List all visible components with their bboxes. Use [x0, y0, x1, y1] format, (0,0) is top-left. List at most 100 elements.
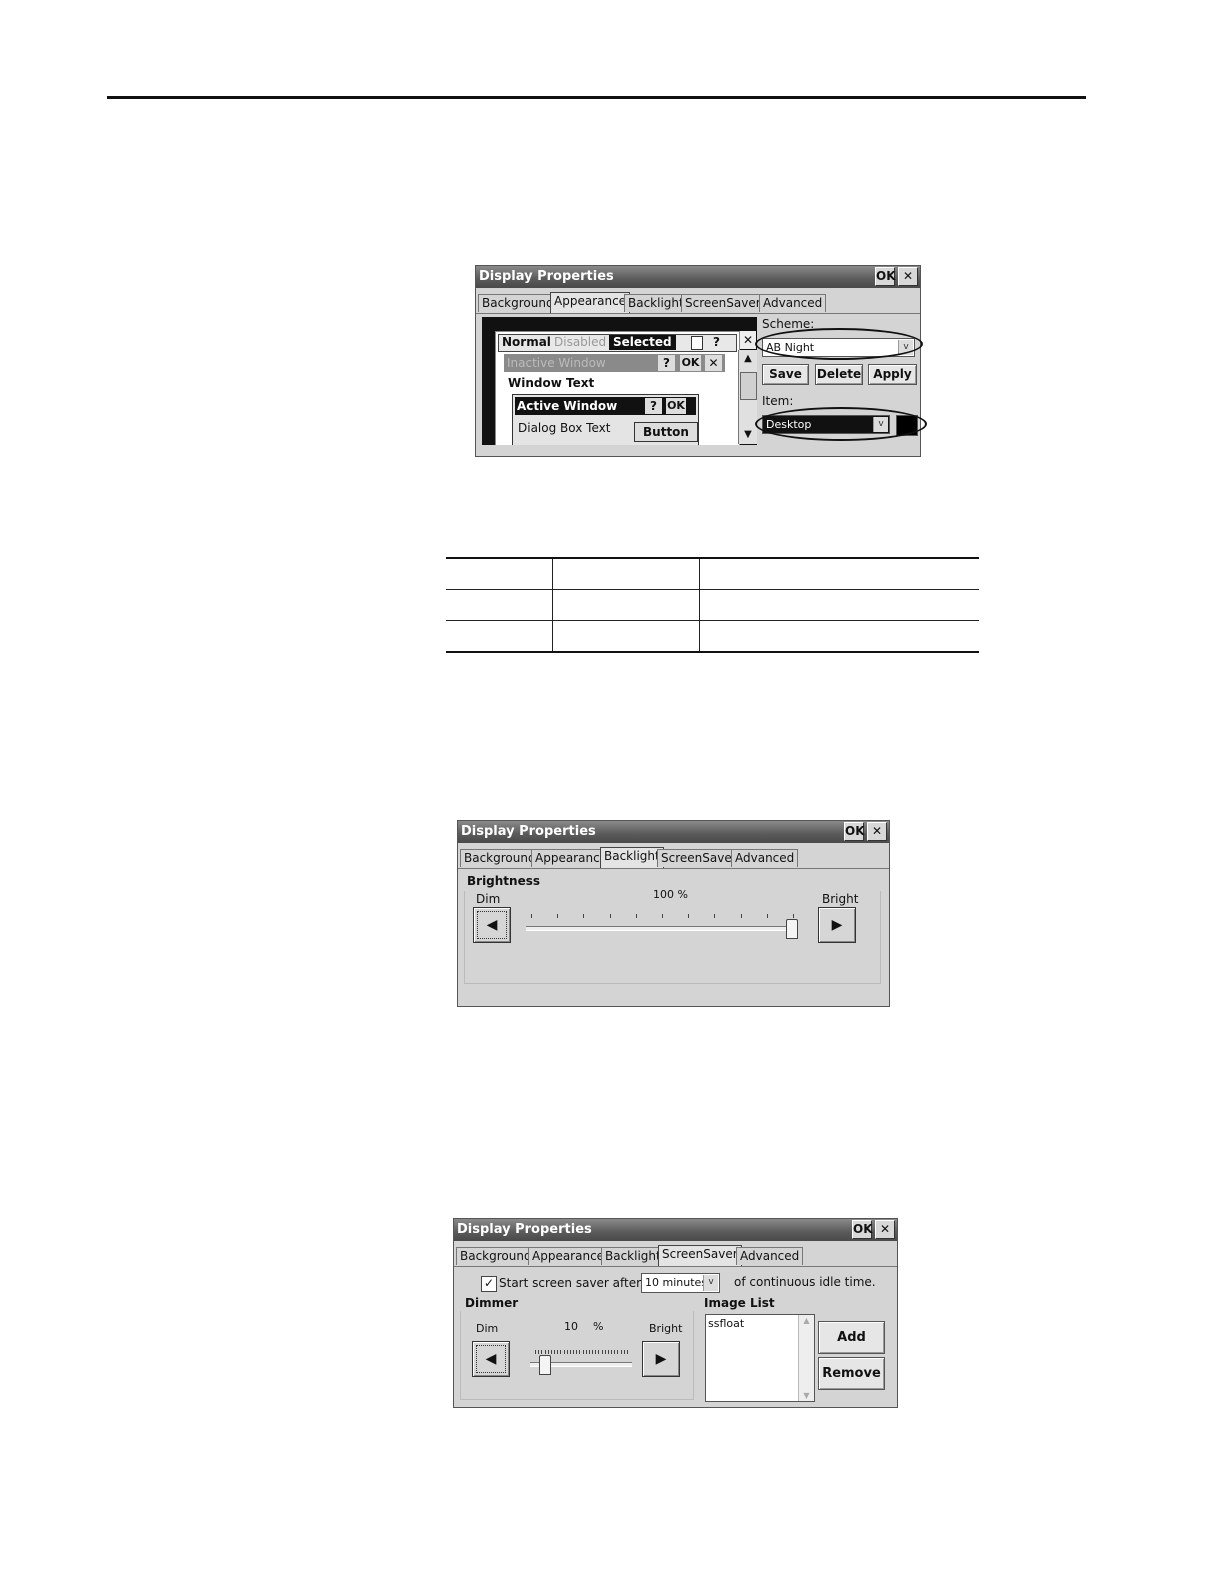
chevron-down-icon[interactable]: v	[873, 417, 888, 432]
scheme-select[interactable]: AB Night v	[762, 338, 915, 357]
idle-time-label: of continuous idle time.	[734, 1275, 876, 1289]
timeout-select[interactable]: 10 minutes v	[641, 1273, 720, 1293]
display-properties-appearance-dialog: Display Properties OK ✕ Background Appea…	[475, 265, 927, 457]
tab-appearance[interactable]: Appearance	[528, 1247, 609, 1265]
left-arrow-icon: ◀	[485, 1351, 497, 1367]
apply-button[interactable]: Apply	[868, 364, 917, 385]
ok-button[interactable]: OK	[875, 267, 896, 286]
slider-tick	[688, 914, 689, 918]
inactive-window-title: Inactive Window	[507, 356, 606, 370]
active-ok: OK	[666, 398, 686, 414]
table-cell	[446, 589, 553, 621]
preview-close: ✕	[740, 331, 756, 349]
preview-button: Button	[634, 422, 698, 442]
ok-button[interactable]: OK	[852, 1220, 873, 1239]
preview-window: Normal Disabled Selected ? Inactive Wind…	[495, 331, 740, 445]
slider-tick	[548, 1350, 549, 1354]
scroll-thumb[interactable]	[740, 372, 757, 400]
slider-tick	[531, 914, 532, 918]
tab-appearance[interactable]: Appearance	[550, 292, 631, 313]
chevron-down-icon[interactable]: v	[898, 340, 913, 355]
remove-button[interactable]: Remove	[818, 1357, 885, 1390]
dialog-title-bar: Display Properties	[476, 266, 920, 288]
slider-tick	[541, 1350, 542, 1354]
slider-tick	[611, 1350, 612, 1354]
scroll-down-icon[interactable]: ▼	[739, 426, 757, 444]
slider-tick	[583, 1350, 584, 1354]
start-screensaver-checkbox[interactable]: ✓	[481, 1276, 497, 1292]
scheme-preview: Normal Disabled Selected ? Inactive Wind…	[482, 317, 757, 445]
brightness-group-label: Brightness	[467, 874, 541, 888]
slider-tick	[605, 1350, 606, 1354]
tab-advanced[interactable]: Advanced	[736, 1247, 804, 1265]
dim-button[interactable]: ◀	[472, 1341, 510, 1377]
slider-tick	[538, 1350, 539, 1354]
tab-screensaver[interactable]: ScreenSaver	[657, 849, 741, 867]
slider-tick	[579, 1350, 580, 1354]
add-button[interactable]: Add	[818, 1321, 885, 1354]
slider-tick	[595, 1350, 596, 1354]
scroll-down-icon[interactable]: ▼	[799, 1391, 814, 1400]
scheme-value: AB Night	[766, 341, 815, 354]
bright-button[interactable]: ▶	[818, 907, 856, 943]
tab-strip: Background Appearance Backlight ScreenSa…	[458, 847, 889, 869]
tab-advanced[interactable]: Advanced	[759, 294, 827, 312]
right-arrow-icon: ▶	[831, 917, 843, 933]
tab-backlight[interactable]: Backlight	[624, 294, 688, 312]
tab-background[interactable]: Background	[456, 1247, 536, 1265]
slider-tick	[621, 1350, 622, 1354]
slider-tick	[714, 914, 715, 918]
close-icon[interactable]: ✕	[875, 1220, 895, 1239]
table-row	[446, 620, 979, 653]
slider-tick	[551, 1350, 552, 1354]
table-cell	[699, 620, 979, 653]
delete-button[interactable]: Delete	[815, 364, 863, 385]
slider-tick	[564, 1350, 565, 1354]
tab-panel-border	[458, 868, 889, 869]
ok-button[interactable]: OK	[844, 822, 865, 841]
slider-tick	[570, 1350, 571, 1354]
state-normal: Normal	[502, 335, 551, 349]
slider-tick	[589, 1350, 590, 1354]
preview-menu-bar: Normal Disabled Selected ?	[498, 334, 737, 352]
slider-thumb[interactable]	[539, 1355, 551, 1375]
dialog-title: Display Properties	[457, 1222, 592, 1237]
list-item[interactable]: ssfloat	[708, 1317, 744, 1330]
item-color-swatch[interactable]	[896, 415, 918, 436]
close-icon[interactable]: ✕	[867, 822, 887, 841]
tab-backlight[interactable]: Backlight	[601, 1247, 665, 1265]
list-scrollbar[interactable]: ▲ ▼	[798, 1315, 814, 1401]
dimmer-slider[interactable]	[530, 1343, 632, 1377]
preview-scrollbar[interactable]: ▲ ▼	[738, 350, 757, 444]
dim-button[interactable]: ◀	[473, 907, 511, 943]
brightness-slider[interactable]	[526, 907, 798, 941]
slider-track	[526, 926, 798, 931]
page-top-rule	[107, 96, 1086, 99]
tab-advanced[interactable]: Advanced	[731, 849, 799, 867]
image-list[interactable]: ssfloat ▲ ▼	[705, 1314, 815, 1402]
tab-screensaver[interactable]: ScreenSaver	[658, 1245, 742, 1266]
table-cell	[552, 589, 700, 621]
inactive-help: ?	[658, 355, 675, 371]
active-window-bar: Active Window ? OK	[515, 397, 696, 415]
scroll-up-icon[interactable]: ▲	[799, 1316, 814, 1325]
slider-tick	[583, 914, 584, 918]
save-button[interactable]: Save	[762, 364, 809, 385]
inactive-window-bar: Inactive Window ? OK ✕	[504, 354, 725, 372]
inactive-close: ✕	[705, 355, 722, 371]
tab-background[interactable]: Background	[460, 849, 540, 867]
slider-tick	[614, 1350, 615, 1354]
dialog-title: Display Properties	[461, 824, 596, 839]
bright-button[interactable]: ▶	[642, 1341, 680, 1377]
left-arrow-icon: ◀	[486, 917, 498, 933]
item-select[interactable]: Desktop v	[762, 415, 890, 434]
tab-background[interactable]: Background	[478, 294, 558, 312]
close-icon[interactable]: ✕	[898, 267, 918, 286]
slider-thumb[interactable]	[786, 919, 798, 939]
chevron-down-icon[interactable]: v	[703, 1275, 718, 1291]
scroll-up-icon[interactable]: ▲	[739, 350, 757, 368]
table-cell	[552, 620, 700, 653]
slider-tick	[560, 1350, 561, 1354]
tab-backlight[interactable]: Backlight	[600, 847, 664, 868]
tab-screensaver[interactable]: ScreenSaver	[681, 294, 765, 312]
